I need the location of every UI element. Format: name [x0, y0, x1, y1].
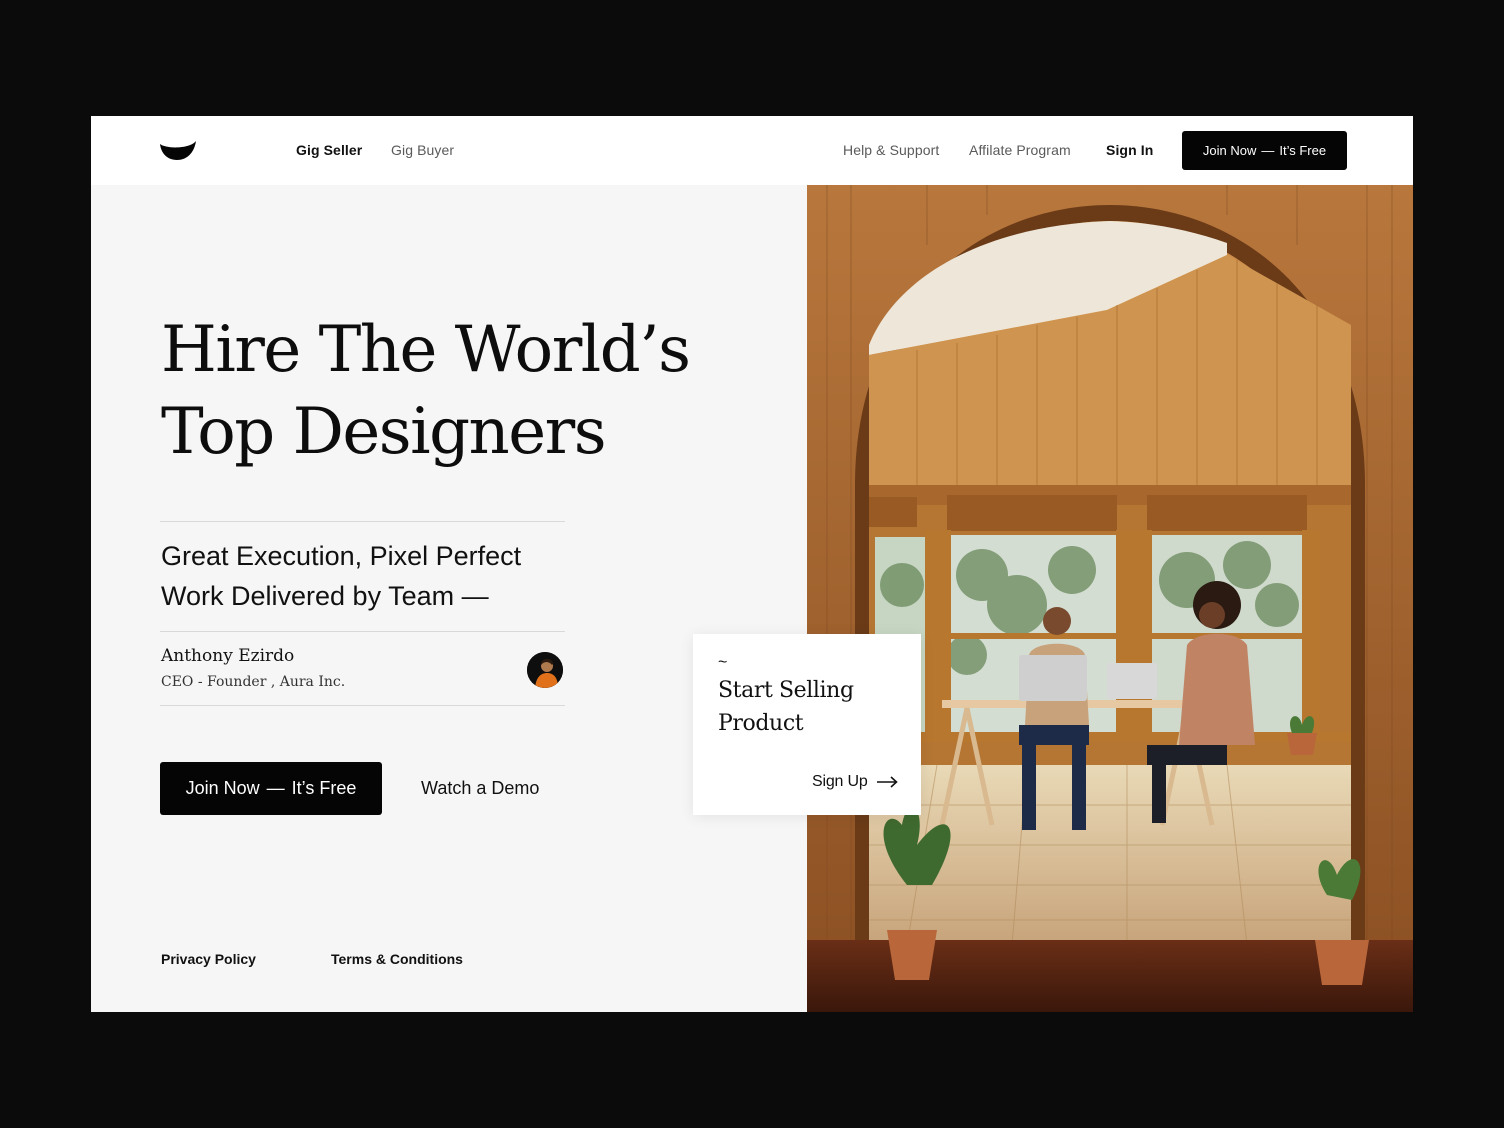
cta-suffix: It’s Free	[291, 778, 357, 798]
join-now-cta-button[interactable]: Join Now — It’s Free	[160, 762, 382, 815]
sign-up-link[interactable]: Sign Up	[812, 773, 898, 791]
subhead-line-2: Work Delivered by Team —	[161, 581, 489, 611]
join-now-label: Join Now	[1202, 143, 1257, 158]
divider	[160, 631, 565, 632]
landing-page: Gig Seller Gig Buyer Help & Support Affi…	[91, 116, 1413, 1012]
top-nav-bar: Gig Seller Gig Buyer Help & Support Affi…	[91, 116, 1413, 185]
cta-label: Join Now	[185, 778, 260, 798]
headline-line-1: Hire The World’s	[161, 313, 691, 387]
nav-affiliate-program[interactable]: Affilate Program	[969, 142, 1071, 158]
hero-headline: Hire The World’s Top Designers	[161, 309, 761, 473]
author-name: Anthony Ezirdo	[161, 646, 295, 666]
headline-line-2: Top Designers	[161, 395, 607, 469]
card-tilde: ~	[718, 654, 728, 671]
divider	[160, 705, 565, 706]
join-now-header-button[interactable]: Join Now — It’s Free	[1182, 131, 1347, 170]
hero-photo	[807, 185, 1413, 1012]
privacy-policy-link[interactable]: Privacy Policy	[161, 951, 256, 967]
join-now-suffix: It’s Free	[1279, 143, 1327, 158]
card-title: Start Selling Product	[718, 678, 854, 736]
author-role: CEO - Founder , Aura Inc.	[161, 674, 346, 690]
sign-in-link[interactable]: Sign In	[1106, 142, 1153, 158]
subhead-line-1: Great Execution, Pixel Perfect	[161, 541, 522, 571]
avatar	[527, 652, 563, 688]
cta-dash: —	[266, 778, 285, 798]
join-now-dash: —	[1261, 143, 1275, 158]
nav-gig-seller[interactable]: Gig Seller	[296, 142, 362, 158]
start-selling-card: ~ Start Selling Product Sign Up	[693, 634, 921, 815]
divider	[160, 521, 565, 522]
terms-conditions-link[interactable]: Terms & Conditions	[331, 951, 463, 967]
nav-gig-buyer[interactable]: Gig Buyer	[391, 142, 454, 158]
sign-up-label: Sign Up	[812, 773, 868, 790]
arrow-right-icon	[876, 776, 898, 788]
watch-demo-link[interactable]: Watch a Demo	[421, 778, 539, 799]
avatar-portrait	[527, 652, 563, 688]
hero-subhead: Great Execution, Pixel Perfect Work Deli…	[161, 536, 581, 616]
nav-help-support[interactable]: Help & Support	[843, 142, 939, 158]
logo-icon[interactable]	[159, 140, 197, 162]
